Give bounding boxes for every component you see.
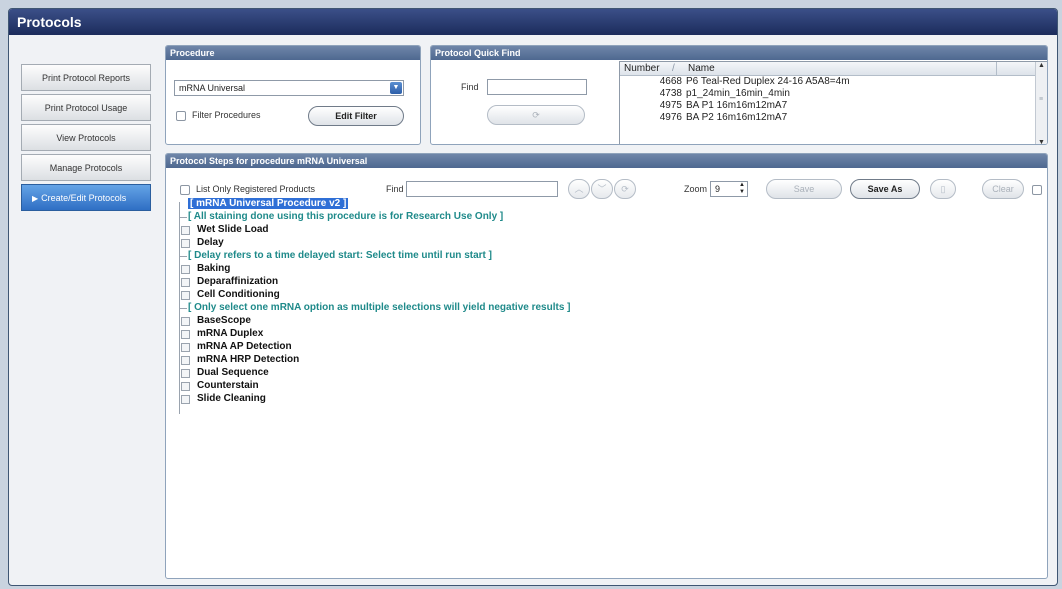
- protocol-steps-panel: Protocol Steps for procedure mRNA Univer…: [165, 153, 1048, 579]
- row-number: 4976: [659, 112, 682, 123]
- step-checkbox[interactable]: [181, 278, 190, 287]
- sort-icon: /: [672, 63, 675, 74]
- tree-step: Slide Cleaning: [197, 393, 266, 404]
- tree-step: mRNA Duplex: [197, 328, 264, 339]
- tree-step: BaseScope: [197, 315, 251, 326]
- refresh-icon[interactable]: ⟳: [614, 179, 636, 199]
- stepper-arrows-icon[interactable]: ▲ ▼: [739, 182, 745, 196]
- step-checkbox[interactable]: [181, 382, 190, 391]
- tree-note: [ Delay refers to a time delayed start: …: [188, 250, 492, 261]
- table-row[interactable]: 4668 P6 Teal-Red Duplex 24-16 A5A8=4m: [620, 76, 1047, 88]
- zoom-stepper[interactable]: 9 ▲ ▼: [710, 181, 748, 197]
- protocols-window: Protocols Print Protocol Reports Print P…: [8, 8, 1058, 586]
- tree-branch: [179, 308, 187, 309]
- filter-procedures-label: Filter Procedures: [192, 110, 261, 120]
- steps-find-input[interactable]: [406, 181, 558, 197]
- search-icon: ⟳: [532, 110, 540, 120]
- procedure-select[interactable]: mRNA Universal ▼: [174, 80, 404, 96]
- scroll-thumb-grip-icon[interactable]: ≡: [1039, 96, 1043, 103]
- quick-find-panel: Protocol Quick Find Find ⟳ Number / Name…: [430, 45, 1048, 145]
- scroll-down-icon[interactable]: ▼: [1038, 139, 1045, 144]
- sidebar-item-label: Create/Edit Protocols: [41, 193, 127, 203]
- sidebar-item-print-protocol-usage[interactable]: Print Protocol Usage: [21, 94, 151, 121]
- chevron-up-icon[interactable]: ︿: [568, 179, 590, 199]
- save-as-button[interactable]: Save As: [850, 179, 920, 199]
- sidebar-item-manage-protocols[interactable]: Manage Protocols: [21, 154, 151, 181]
- edit-filter-button[interactable]: Edit Filter: [308, 106, 404, 126]
- tree-step: Deparaffinization: [197, 276, 279, 287]
- step-checkbox[interactable]: [181, 291, 190, 300]
- quick-find-label: Find: [461, 82, 479, 92]
- tree-step: Wet Slide Load: [197, 224, 269, 235]
- tree-note: [ All staining done using this procedure…: [188, 211, 504, 222]
- step-checkbox[interactable]: [181, 369, 190, 378]
- list-only-registered-checkbox[interactable]: [180, 185, 190, 195]
- save-button[interactable]: Save: [766, 179, 842, 199]
- tree-step: Counterstain: [197, 380, 259, 391]
- table-row[interactable]: 4975 BA P1 16m16m12mA7: [620, 100, 1047, 112]
- row-number: 4738: [659, 88, 682, 99]
- procedure-panel: Procedure mRNA Universal ▼ Filter Proced…: [165, 45, 421, 145]
- column-number[interactable]: Number: [624, 62, 660, 76]
- step-checkbox[interactable]: [181, 317, 190, 326]
- play-arrow-icon: ▶: [32, 194, 39, 203]
- table-row[interactable]: 4976 BA P2 16m16m12mA7: [620, 112, 1047, 124]
- sidebar-item-create-edit-protocols[interactable]: ▶ Create/Edit Protocols: [21, 184, 151, 211]
- procedure-header: Procedure: [166, 46, 420, 60]
- step-checkbox[interactable]: [181, 226, 190, 235]
- column-name[interactable]: Name: [688, 62, 715, 76]
- zoom-value: 9: [715, 184, 721, 194]
- tree-step: Cell Conditioning: [197, 289, 280, 300]
- protocol-grid-header: Number / Name: [620, 62, 1047, 76]
- tree-step: mRNA AP Detection: [197, 341, 292, 352]
- sidebar-item-view-protocols[interactable]: View Protocols: [21, 124, 151, 151]
- column-divider: [996, 62, 997, 76]
- step-checkbox[interactable]: [181, 265, 190, 274]
- quick-find-go-button[interactable]: ⟳: [487, 105, 585, 125]
- delete-icon[interactable]: ▯: [930, 179, 956, 199]
- chevron-down-icon[interactable]: ▼: [390, 82, 402, 94]
- window-title: Protocols: [9, 9, 1057, 35]
- row-name: BA P1 16m16m12mA7: [686, 100, 788, 111]
- row-name: p1_24min_16min_4min: [686, 88, 790, 99]
- protocol-grid-scrollbar[interactable]: ▲ ≡ ▼: [1035, 62, 1047, 144]
- tree-branch: [179, 217, 187, 218]
- protocol-steps-header: Protocol Steps for procedure mRNA Univer…: [166, 154, 1047, 168]
- list-only-registered-label: List Only Registered Products: [196, 184, 316, 194]
- zoom-label: Zoom: [684, 184, 708, 194]
- sidebar: Print Protocol Reports Print Protocol Us…: [21, 64, 151, 214]
- tree-branch: [179, 256, 187, 257]
- table-row[interactable]: 4738 p1_24min_16min_4min: [620, 88, 1047, 100]
- procedure-title: [ mRNA Universal Procedure v2 ]: [188, 198, 349, 209]
- steps-find-label: Find: [386, 184, 404, 194]
- sidebar-item-print-protocol-reports[interactable]: Print Protocol Reports: [21, 64, 151, 91]
- tree-step: Baking: [197, 263, 231, 274]
- panel-option-checkbox[interactable]: [1032, 185, 1042, 195]
- procedure-selected-value: mRNA Universal: [179, 83, 246, 93]
- tree-step: Dual Sequence: [197, 367, 269, 378]
- step-checkbox[interactable]: [181, 330, 190, 339]
- tree-step: mRNA HRP Detection: [197, 354, 300, 365]
- filter-procedures-checkbox[interactable]: [176, 111, 186, 121]
- row-number: 4975: [659, 100, 682, 111]
- step-checkbox[interactable]: [181, 239, 190, 248]
- scroll-up-icon[interactable]: ▲: [1038, 62, 1045, 69]
- step-checkbox[interactable]: [181, 343, 190, 352]
- tree-step: Delay: [197, 237, 224, 248]
- tree-note: [ Only select one mRNA option as multipl…: [188, 302, 571, 313]
- clear-button[interactable]: Clear: [982, 179, 1024, 199]
- chevron-down-icon[interactable]: ﹀: [591, 179, 613, 199]
- protocol-grid: Number / Name 4668 P6 Teal-Red Duplex 24…: [619, 61, 1047, 144]
- step-checkbox[interactable]: [181, 395, 190, 404]
- row-name: P6 Teal-Red Duplex 24-16 A5A8=4m: [686, 76, 850, 87]
- row-name: BA P2 16m16m12mA7: [686, 112, 788, 123]
- quick-find-header: Protocol Quick Find: [431, 46, 1047, 60]
- step-checkbox[interactable]: [181, 356, 190, 365]
- row-number: 4668: [659, 76, 682, 87]
- quick-find-input[interactable]: [487, 79, 587, 95]
